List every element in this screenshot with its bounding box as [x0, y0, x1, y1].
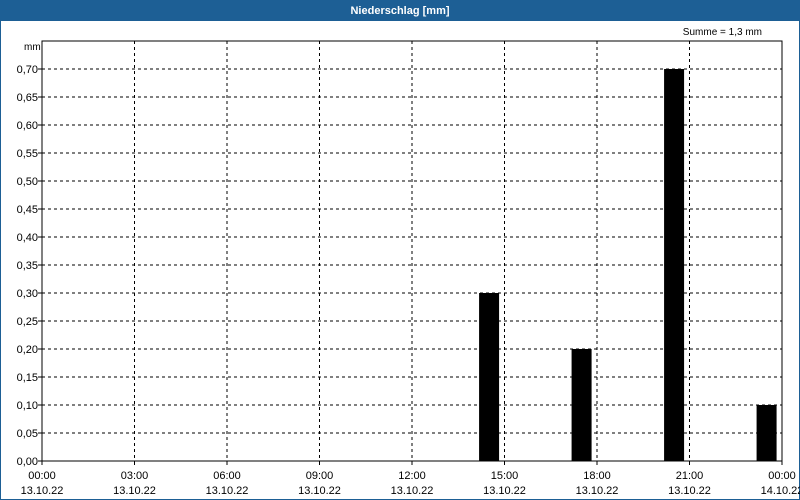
x-tick-date: 14.10.22 [761, 485, 800, 497]
precipitation-bar [756, 405, 777, 461]
x-tick-time: 00:00 [28, 470, 56, 482]
x-tick-date: 13.10.22 [391, 485, 434, 497]
y-tick-label: 0,00 [17, 456, 38, 468]
y-tick-label: 0,30 [17, 288, 38, 300]
y-tick-label: 0,60 [17, 120, 38, 132]
precipitation-bar [571, 349, 592, 461]
y-tick-label: 0,40 [17, 232, 38, 244]
y-tick-label: 0,25 [17, 316, 38, 328]
x-tick-time: 21:00 [676, 470, 704, 482]
y-axis-label: mm [24, 42, 41, 53]
y-tick-label: 0,20 [17, 344, 38, 356]
y-tick-label: 0,15 [17, 372, 38, 384]
y-tick-label: 0,10 [17, 400, 38, 412]
y-tick-label: 0,45 [17, 204, 38, 216]
x-tick-date: 13.10.22 [576, 485, 619, 497]
x-tick-date: 13.10.22 [298, 485, 341, 497]
y-tick-label: 0,50 [17, 176, 38, 188]
y-tick-label: 0,05 [17, 428, 38, 440]
precipitation-bar [479, 293, 500, 461]
x-tick-time: 12:00 [398, 470, 426, 482]
x-tick-time: 15:00 [491, 470, 519, 482]
x-tick-date: 13.10.22 [483, 485, 526, 497]
sum-annotation: Summe = 1,3 mm [683, 27, 762, 38]
x-tick-date: 13.10.22 [113, 485, 156, 497]
x-tick-time: 09:00 [306, 470, 334, 482]
x-tick-time: 03:00 [121, 470, 149, 482]
x-tick-date: 13.10.22 [668, 485, 711, 497]
y-tick-label: 0,35 [17, 260, 38, 272]
x-tick-time: 06:00 [213, 470, 241, 482]
x-tick-date: 13.10.22 [206, 485, 249, 497]
x-tick-date: 13.10.22 [21, 485, 64, 497]
precipitation-bar [664, 69, 685, 461]
y-tick-label: 0,70 [17, 64, 38, 76]
x-tick-time: 00:00 [768, 470, 796, 482]
y-tick-label: 0,55 [17, 148, 38, 160]
y-tick-label: 0,65 [17, 92, 38, 104]
x-tick-time: 18:00 [583, 470, 611, 482]
precipitation-chart: 0,00 0,05 0,10 0,15 0,20 0,25 0,30 0,35 0,40 0,45… [17, 27, 800, 497]
